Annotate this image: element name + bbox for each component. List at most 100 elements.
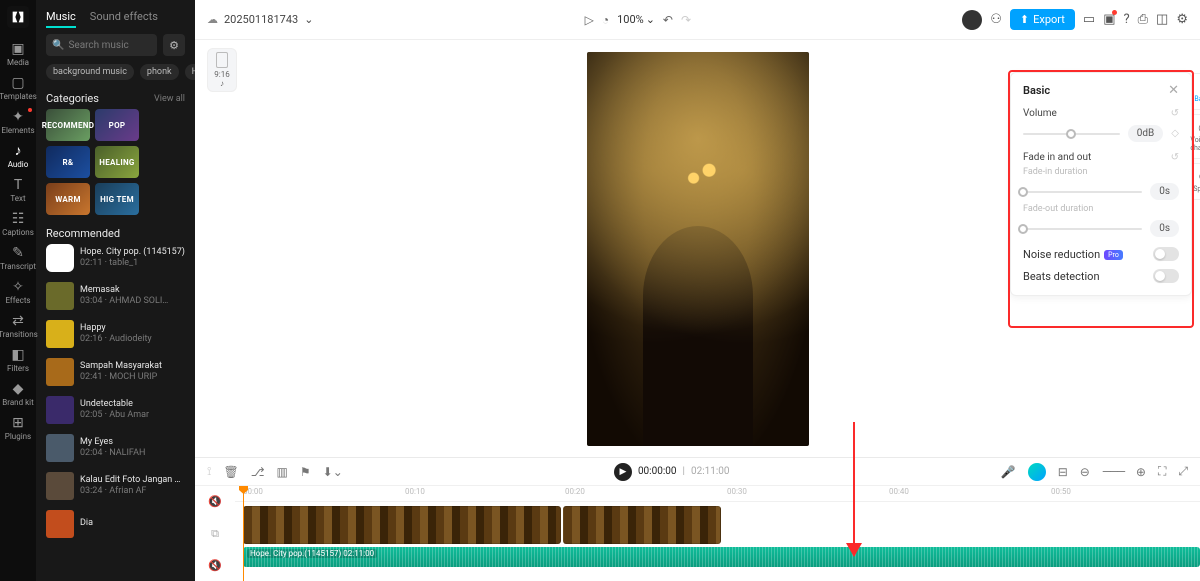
add-user-icon[interactable]: ⚇ [990, 12, 1002, 27]
category-tile[interactable]: RECOMMEND [46, 109, 90, 141]
track-thumb [46, 320, 74, 348]
zoom-slider-icon[interactable]: ——— [1102, 465, 1124, 479]
screen-icon[interactable]: ▭ [1083, 12, 1095, 27]
tab-speed[interactable]: ⊙Speed [1191, 163, 1200, 200]
volume-slider[interactable] [1023, 133, 1120, 135]
fade-out-slider[interactable] [1023, 228, 1142, 230]
nav-templates[interactable]: ▢Templates [0, 72, 36, 104]
ai-button[interactable] [1028, 463, 1046, 481]
track-item[interactable]: Memasak03:04 · AHMAD SOLI… [46, 282, 185, 310]
nav-filters[interactable]: ◧Filters [0, 344, 36, 376]
layout-icon[interactable]: ◫ [1156, 12, 1168, 27]
beats-toggle[interactable] [1153, 269, 1179, 283]
search-input[interactable]: 🔍Search music [46, 34, 157, 56]
nav-captions[interactable]: ☷Captions [0, 208, 36, 240]
reset-icon[interactable]: ↺ [1171, 108, 1179, 119]
export-button[interactable]: ⬆Export [1010, 9, 1075, 30]
video-clip[interactable] [243, 506, 561, 544]
current-time: 00:00:00 [638, 466, 677, 477]
fade-out-value[interactable]: 0s [1150, 220, 1179, 237]
help-icon[interactable]: ? [1123, 12, 1129, 27]
time-ruler[interactable]: 00:00 00:10 00:20 00:30 00:40 00:50 [235, 486, 1200, 502]
music-tabs: Music Sound effects [36, 0, 195, 34]
playhead[interactable] [243, 486, 244, 581]
reset-icon[interactable]: ↺ [1171, 152, 1179, 163]
split-icon[interactable]: ⎇ [251, 465, 265, 479]
track-thumb [46, 510, 74, 538]
play-outline-icon[interactable]: ▷ [585, 13, 594, 27]
filter-button[interactable]: ⚙ [163, 34, 185, 56]
nav-text[interactable]: TText [0, 174, 36, 206]
category-tile[interactable]: HEALING [95, 146, 139, 178]
nav-brand-kit[interactable]: ◆Brand kit [0, 378, 36, 410]
badge-dot [28, 108, 32, 112]
track-item[interactable]: Sampah Masyarakat02:41 · MOCH URIP [46, 358, 185, 386]
category-tile[interactable]: WARM [46, 183, 90, 215]
fullscreen-icon[interactable]: ⤢ [1178, 464, 1188, 479]
app-logo[interactable] [7, 6, 29, 28]
fade-in-label: Fade-in duration [1023, 167, 1179, 177]
project-name-dropdown[interactable]: ☁ 202501181743 ⌄ [207, 13, 313, 26]
zoom-dropdown[interactable]: 100%⌄ [617, 13, 655, 26]
view-all-link[interactable]: View all [154, 94, 185, 104]
timer-icon[interactable]: ◔ [602, 13, 609, 27]
nav-audio[interactable]: ♪Audio [0, 140, 36, 172]
undo-button[interactable]: ↶ [663, 13, 673, 27]
search-icon: 🔍 [52, 40, 64, 51]
cursor-tool-icon[interactable]: ⟟ [207, 464, 211, 479]
aspect-ratio-chip[interactable]: 9:16 ♪ [207, 48, 237, 92]
category-tile[interactable]: POP [95, 109, 139, 141]
chip[interactable]: phonk [140, 64, 179, 80]
track-item[interactable]: Kalau Edit Foto Jangan Terlalu…03:24 · A… [46, 472, 185, 500]
nav-media[interactable]: ▣Media [0, 38, 36, 70]
mic-icon[interactable]: 🎤 [1001, 465, 1016, 479]
track-thumb [46, 472, 74, 500]
audio-track-mute[interactable]: 🔇 [195, 549, 235, 581]
video-track-mute[interactable]: 🔇 [195, 486, 235, 518]
close-button[interactable]: ✕ [1168, 83, 1179, 98]
flag-icon[interactable]: ⚑ [300, 465, 311, 479]
keyframe-icon[interactable]: ◇ [1171, 128, 1179, 139]
track-item[interactable]: Dia [46, 510, 185, 538]
track-item[interactable]: Hope. City pop. (1145157)02:11 · table_1 [46, 244, 185, 272]
category-tile[interactable]: R& [46, 146, 90, 178]
delete-icon[interactable]: 🗑 [223, 465, 238, 479]
split-screen-icon[interactable]: ⊟ [1058, 465, 1068, 479]
video-clip[interactable] [563, 506, 721, 544]
crop-icon[interactable]: ▥ [277, 465, 288, 479]
notify-icon[interactable]: ▣ [1103, 12, 1115, 27]
redo-button[interactable]: ↷ [681, 13, 691, 27]
fit-icon[interactable]: ⛶ [1158, 464, 1166, 479]
timeline-tracks[interactable]: 00:00 00:10 00:20 00:30 00:40 00:50 Hope… [235, 486, 1200, 581]
zoom-in-icon[interactable]: ⊕ [1136, 465, 1146, 479]
captions-icon: ☷ [12, 212, 25, 226]
tab-sound-effects[interactable]: Sound effects [90, 10, 158, 28]
user-avatar[interactable] [962, 10, 982, 30]
track-item[interactable]: Undetectable02:05 · Abu Amar [46, 396, 185, 424]
download-icon[interactable]: ⬇⌄ [323, 465, 343, 479]
nav-plugins[interactable]: ⊞Plugins [0, 412, 36, 444]
fade-in-value[interactable]: 0s [1150, 183, 1179, 200]
category-tile[interactable]: HIG TEM [95, 183, 139, 215]
nav-effects[interactable]: ✧Effects [0, 276, 36, 308]
audio-clip[interactable]: Hope. City pop.(1145157) 02:11:00 [243, 547, 1200, 567]
noise-toggle[interactable] [1153, 247, 1179, 261]
chip[interactable]: Hap [185, 64, 195, 80]
link-icon[interactable]: ⧉ [195, 518, 235, 550]
track-item[interactable]: Happy02:16 · Audiodeity [46, 320, 185, 348]
nav-transitions[interactable]: ⇄Transitions [0, 310, 36, 342]
tab-voice-changer[interactable]: ◎Voice changer [1191, 114, 1200, 159]
play-button[interactable]: ▶ [614, 463, 632, 481]
tab-basic[interactable]: ♪Basic [1191, 73, 1200, 110]
volume-value[interactable]: 0dB [1128, 125, 1164, 142]
track-item[interactable]: My Eyes02:04 · NALIFAH [46, 434, 185, 462]
beats-label: Beats detection [1023, 270, 1100, 283]
nav-elements[interactable]: ✦Elements [0, 106, 36, 138]
chip[interactable]: background music [46, 64, 134, 80]
print-icon[interactable]: ⎙ [1138, 12, 1148, 27]
tab-music[interactable]: Music [46, 10, 76, 28]
settings-icon[interactable]: ⚙ [1176, 12, 1188, 27]
fade-in-slider[interactable] [1023, 191, 1142, 193]
nav-transcript[interactable]: ✎Transcript [0, 242, 36, 274]
zoom-out-icon[interactable]: ⊖ [1080, 465, 1090, 479]
